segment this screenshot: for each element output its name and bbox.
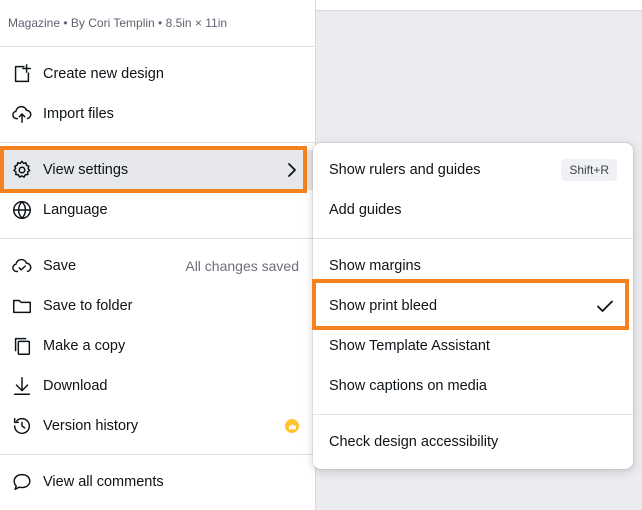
cloud-upload-icon	[11, 103, 33, 125]
create-new-design-label: Create new design	[43, 66, 164, 82]
divider	[0, 238, 316, 239]
globe-icon	[11, 199, 33, 221]
save-to-folder-item[interactable]: Save to folder	[0, 286, 316, 326]
download-icon	[11, 375, 33, 397]
language-label: Language	[43, 202, 108, 218]
view-all-comments-item[interactable]: View all comments	[0, 462, 316, 502]
save-label: Save	[43, 258, 77, 274]
copy-icon	[11, 335, 33, 357]
download-label: Download	[43, 378, 108, 394]
divider	[313, 238, 633, 239]
checkmark-icon	[595, 296, 615, 316]
history-icon	[11, 415, 33, 437]
check-accessibility-label: Check design accessibility	[329, 434, 499, 450]
add-guides-label: Add guides	[329, 202, 402, 218]
make-a-copy-item[interactable]: Make a copy	[0, 326, 316, 366]
show-print-bleed-label: Show print bleed	[329, 298, 438, 314]
shortcut-badge: Shift+R	[561, 159, 617, 181]
show-rulers-label: Show rulers and guides	[329, 162, 481, 178]
show-print-bleed-item[interactable]: Show print bleed	[313, 286, 633, 326]
save-item[interactable]: Save All changes saved	[0, 246, 316, 286]
divider	[0, 142, 316, 143]
import-files-item[interactable]: Import files	[0, 94, 316, 134]
show-template-assistant-label: Show Template Assistant	[329, 338, 490, 354]
import-files-label: Import files	[43, 106, 114, 122]
file-menu: Magazine • By Cori Templin • 8.5in × 11i…	[0, 0, 316, 510]
show-rulers-item[interactable]: Show rulers and guides Shift+R	[313, 150, 633, 190]
crown-icon	[285, 419, 299, 433]
folder-icon	[11, 295, 33, 317]
design-meta: Magazine • By Cori Templin • 8.5in × 11i…	[8, 16, 228, 30]
add-guides-item[interactable]: Add guides	[313, 190, 633, 230]
divider	[0, 46, 316, 47]
version-history-item[interactable]: Version history	[0, 406, 316, 446]
divider	[313, 414, 633, 415]
show-margins-item[interactable]: Show margins	[313, 246, 633, 286]
show-template-assistant-item[interactable]: Show Template Assistant	[313, 326, 633, 366]
show-captions-label: Show captions on media	[329, 378, 487, 394]
create-design-icon	[11, 63, 33, 85]
download-item[interactable]: Download	[0, 366, 316, 406]
canvas-top-bar	[316, 0, 642, 11]
version-history-label: Version history	[43, 418, 139, 434]
gear-icon	[11, 159, 33, 181]
show-captions-item[interactable]: Show captions on media	[313, 366, 633, 406]
language-item[interactable]: Language	[0, 190, 316, 230]
view-settings-label: View settings	[43, 162, 129, 178]
create-new-design-item[interactable]: Create new design	[0, 54, 316, 94]
save-to-folder-label: Save to folder	[43, 298, 133, 314]
chevron-right-icon	[282, 160, 302, 180]
comment-icon	[11, 471, 33, 493]
cloud-check-icon	[11, 255, 33, 277]
divider	[0, 454, 316, 455]
view-settings-submenu: Show rulers and guides Shift+R Add guide…	[313, 143, 633, 469]
save-status: All changes saved	[185, 258, 299, 274]
show-margins-label: Show margins	[329, 258, 421, 274]
check-accessibility-item[interactable]: Check design accessibility	[313, 422, 633, 462]
view-settings-item[interactable]: View settings	[0, 150, 316, 190]
make-a-copy-label: Make a copy	[43, 338, 126, 354]
view-all-comments-label: View all comments	[43, 474, 164, 490]
